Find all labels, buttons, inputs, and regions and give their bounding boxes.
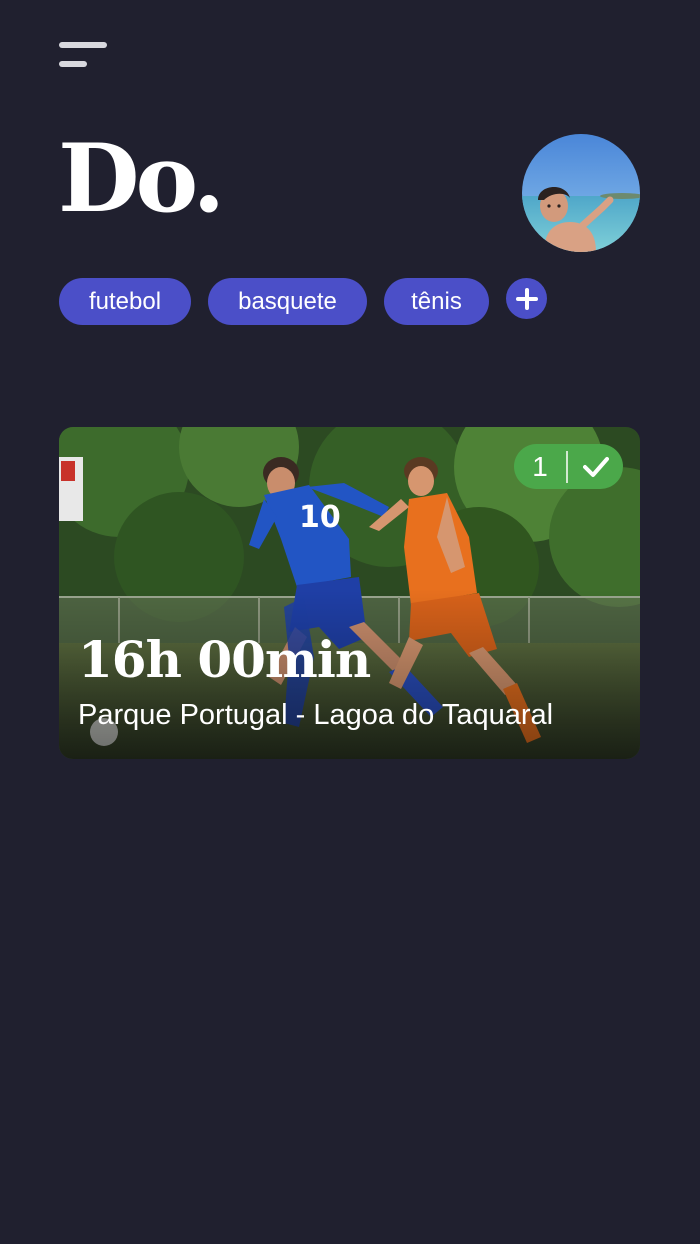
category-chip-tenis[interactable]: tênis — [384, 278, 489, 325]
add-category-button[interactable] — [506, 278, 547, 319]
checkmark-icon — [582, 456, 609, 477]
confirm-check-button[interactable] — [568, 456, 623, 478]
user-avatar-photo — [522, 134, 640, 252]
hamburger-menu-icon-short-bar — [59, 61, 87, 67]
event-time: 16h 00min — [78, 630, 371, 689]
confirmed-badge[interactable]: 1 — [514, 444, 623, 489]
category-filter-bar: futebol basquete tênis — [59, 278, 547, 325]
confirmed-count: 1 — [532, 450, 548, 482]
app-logo: Do. — [58, 124, 225, 234]
category-chip-futebol[interactable]: futebol — [59, 278, 191, 325]
category-chip-basquete[interactable]: basquete — [208, 278, 367, 325]
plus-icon — [515, 287, 538, 310]
avatar[interactable] — [522, 134, 640, 252]
menu-button[interactable] — [56, 38, 112, 72]
hamburger-menu-icon — [59, 42, 107, 48]
event-card[interactable]: 10 1 16h 00min Parque Portugal - Lagoa d… — [59, 427, 640, 759]
svg-text:10: 10 — [299, 500, 341, 535]
event-location: Parque Portugal - Lagoa do Taquaral — [78, 699, 554, 731]
